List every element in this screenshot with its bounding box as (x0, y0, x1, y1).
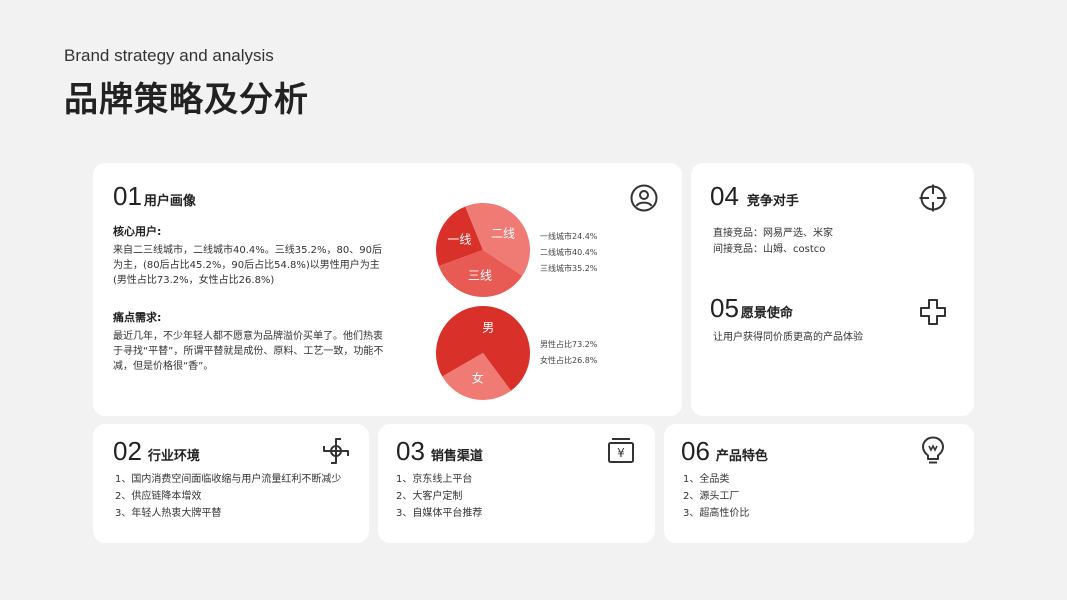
legend-item: 男性占比73.2% (540, 340, 598, 349)
channel-list: 1、京东线上平台 2、大客户定制 3、自媒体平台推荐 (396, 471, 482, 522)
list-item: 直接竞品：网易严选、米家 (713, 228, 833, 239)
card-product-features: 06 产品特色 1、全品类 2、源头工厂 3、超高性价比 (664, 424, 974, 543)
card-label: 竞争对手 (746, 194, 799, 209)
card-number: 03 (396, 436, 425, 466)
pie-slice-label: 女 (472, 370, 484, 385)
pain-point-text: 最近几年，不少年轻人都不愿意为品牌溢价买单了。他们热衷于寻找“平替”，所谓平替就… (113, 331, 384, 372)
industry-list: 1、国内消费空间面临收缩与用户流量红利不断减少 2、供应链降本增效 3、年轻人热… (115, 471, 341, 522)
list-item: 间接竞品：山姆、costco (713, 244, 826, 255)
card-sales-channels: 03 销售渠道 ¥ 1、京东线上平台 2、大客户定制 3、自媒体平台推荐 (378, 424, 655, 543)
city-pie-chart: 一线 二线三线 (436, 203, 530, 297)
card-user-profile: 01 用户画像 核心用户: 来自二三线城市，二线城市40.4%。三线35.2%，… (93, 163, 682, 416)
feature-list: 1、全品类 2、源头工厂 3、超高性价比 (683, 471, 749, 522)
card-label: 产品特色 (715, 449, 768, 464)
competitor-list: 直接竞品：网易严选、米家 间接竞品：山姆、costco (713, 226, 833, 258)
legend-item: 二线城市40.4% (540, 248, 598, 257)
card-competitors: 04 竞争对手 直接竞品：网易严选、米家 间接竞品：山姆、costco 05 愿… (691, 163, 974, 416)
yen-register-icon: ¥ (608, 438, 634, 463)
list-item: 2、源头工厂 (683, 491, 740, 502)
card-number: 04 (710, 181, 739, 211)
pie-slice-label: 一线 (447, 233, 471, 247)
pie-slice-label: 男 (482, 321, 494, 335)
list-item: 2、供应链降本增效 (115, 491, 202, 502)
city-legend: 一线城市24.4% 二线城市40.4% 三线城市35.2% (540, 229, 597, 277)
list-item: 1、全品类 (683, 474, 730, 485)
list-item: 3、自媒体平台推荐 (396, 508, 483, 519)
card-number: 06 (681, 436, 710, 466)
legend-item: 一线城市24.4% (540, 232, 598, 241)
pie-slice-label: 三线 (468, 269, 492, 283)
card-label: 用户画像 (143, 194, 196, 209)
pinwheel-icon (323, 438, 349, 464)
list-item: 1、国内消费空间面临收缩与用户流量红利不断减少 (115, 474, 342, 485)
card-industry: 02 行业环境 1、国内消费空间面临收缩与用户流量红利不断减少 2、供应链降本增… (93, 424, 369, 543)
page-subtitle: Brand strategy and analysis (64, 46, 274, 65)
gender-legend: 男性占比73.2% 女性占比26.8% (540, 337, 597, 369)
pain-point-heading: 痛点需求: (113, 311, 162, 324)
pie-slice-label: 二线 (491, 227, 515, 241)
svg-text:¥: ¥ (617, 446, 625, 460)
list-item: 2、大客户定制 (396, 491, 463, 502)
list-item: 3、超高性价比 (683, 508, 750, 519)
page-title: 品牌策略及分析 (64, 80, 309, 120)
card-number: 02 (113, 436, 142, 466)
lightbulb-icon (922, 436, 944, 464)
card-label: 愿景使命 (740, 306, 793, 321)
list-item: 1、京东线上平台 (396, 474, 473, 485)
card-number: 05 (710, 293, 739, 323)
puzzle-cross-icon (920, 299, 946, 325)
card-label: 销售渠道 (430, 449, 483, 464)
crosshair-icon (919, 184, 947, 212)
card-number: 01 (113, 181, 142, 211)
user-circle-icon (630, 184, 658, 212)
list-item: 3、年轻人热衷大牌平替 (115, 508, 222, 519)
gender-pie-chart: 男女 (436, 306, 530, 400)
vision-text: 让用户获得同价质更高的产品体验 (713, 332, 863, 343)
card-label: 行业环境 (147, 449, 200, 464)
core-user-heading: 核心用户: (113, 225, 162, 238)
legend-item: 三线城市35.2% (540, 264, 598, 273)
core-user-text: 来自二三线城市，二线城市40.4%。三线35.2%，80、90后为主，(80后占… (113, 245, 382, 286)
legend-item: 女性占比26.8% (540, 356, 598, 365)
